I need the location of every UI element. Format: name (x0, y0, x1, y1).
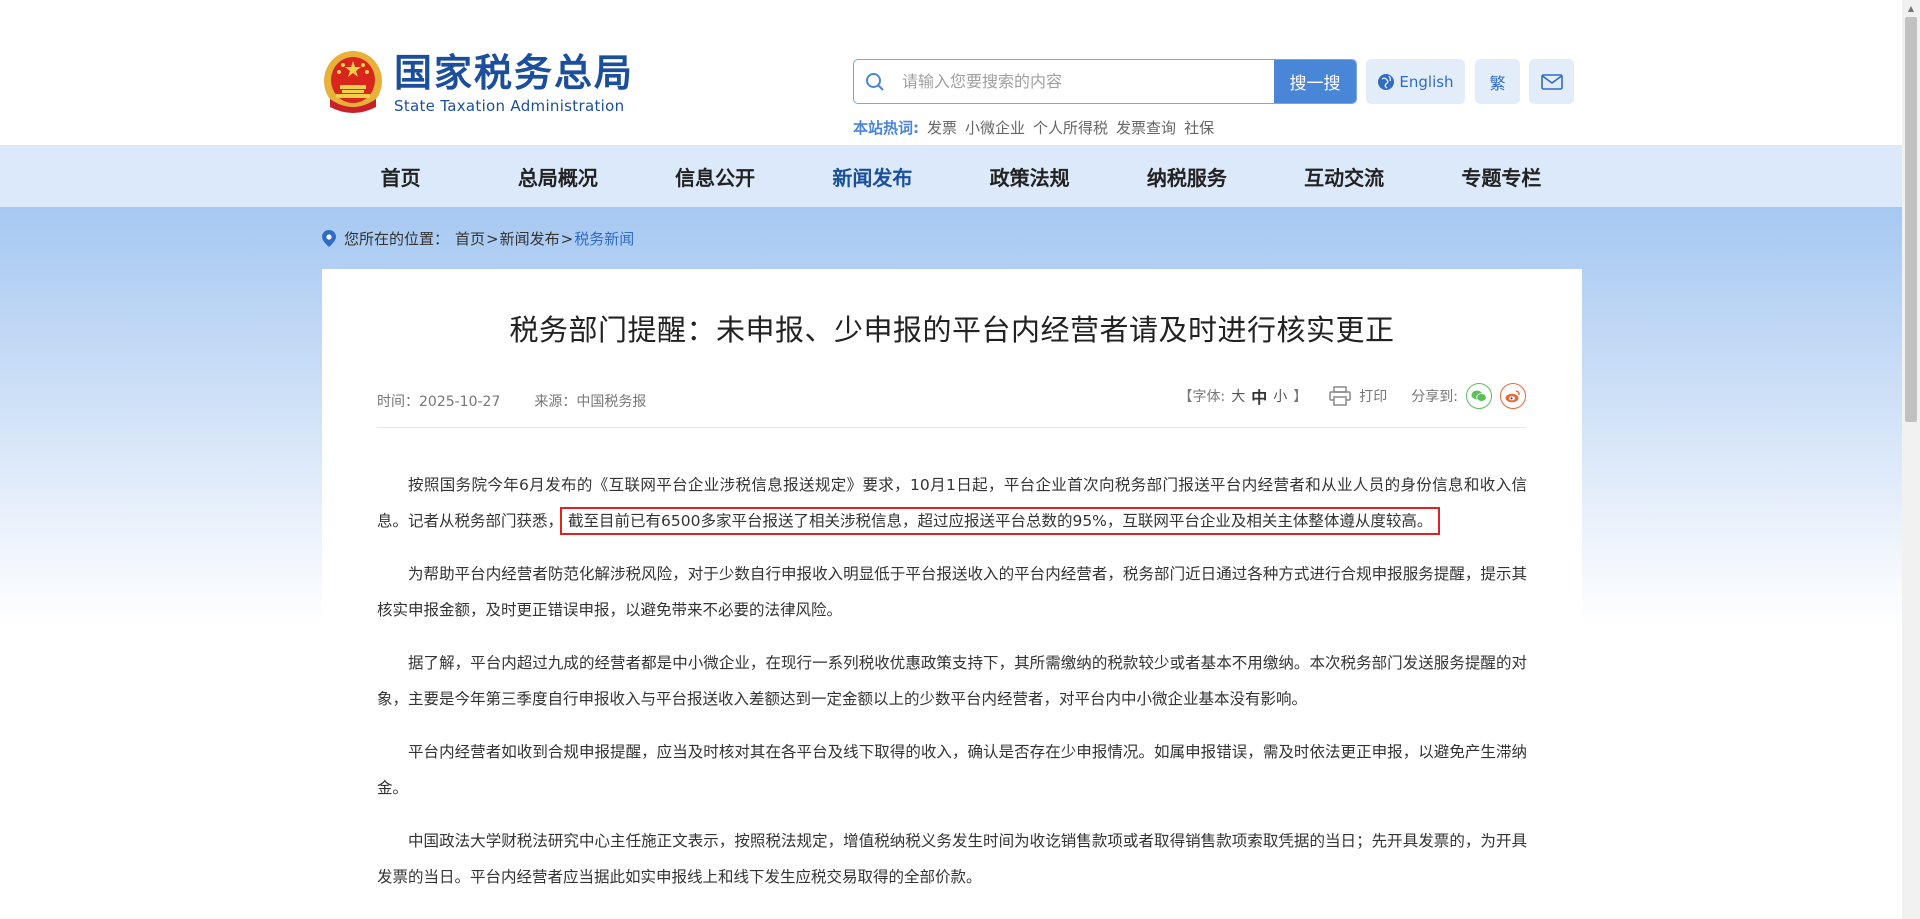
scroll-up-arrow-icon[interactable]: ▲ (1902, 0, 1920, 17)
globe-icon (1378, 73, 1395, 90)
mail-icon (1540, 73, 1563, 90)
print-label: 打印 (1359, 389, 1388, 405)
weibo-icon (1505, 390, 1520, 403)
hot-word-link[interactable]: 个人所得税 (1033, 117, 1108, 138)
article-paragraph: 为帮助平台内经营者防范化解涉税风险，对于少数自行申报收入明显低于平台报送收入的平… (377, 565, 1527, 619)
nav-item-info-disclosure[interactable]: 信息公开 (637, 145, 794, 207)
breadcrumb-current[interactable]: 税务新闻 (574, 228, 634, 249)
article-meta: 时间：2025-10-27 来源：中国税务报 (377, 391, 646, 411)
english-button[interactable]: English (1366, 59, 1465, 104)
font-label-open: 【字体: (1178, 389, 1226, 405)
search-box: 搜一搜 (853, 59, 1357, 104)
printer-icon (1329, 386, 1352, 406)
logo-title-en: State Taxation Administration (394, 97, 625, 115)
breadcrumb-home[interactable]: 首页 (455, 228, 485, 249)
article-title: 税务部门提醒：未申报、少申报的平台内经营者请及时进行核实更正 (509, 313, 1395, 347)
share-label: 分享到: (1411, 389, 1458, 405)
article-source: 来源：中国税务报 (534, 394, 647, 410)
article-paragraph: 据了解，平台内超过九成的经营者都是中小微企业，在现行一系列税收优惠政策支持下，其… (377, 654, 1527, 708)
article-tools: 【字体: 大 中 小 】 打印 分享到: (1179, 383, 1526, 409)
site-header: 国家税务总局 State Taxation Administration 搜一搜… (0, 0, 1902, 145)
nav-item-news[interactable]: 新闻发布 (794, 145, 951, 207)
search-input[interactable] (896, 60, 1274, 103)
share-group: 分享到: (1411, 383, 1526, 409)
search-button[interactable]: 搜一搜 (1274, 60, 1356, 103)
breadcrumb: 您所在的位置： 首页 > 新闻发布 > 税务新闻 (322, 228, 634, 249)
highlighted-sentence: 截至目前已有6500多家平台报送了相关涉税信息，超过应报送平台总数的95%，互联… (560, 507, 1441, 535)
font-size-medium[interactable]: 中 (1251, 384, 1267, 408)
hot-word-link[interactable]: 小微企业 (965, 117, 1025, 138)
nav-item-policy[interactable]: 政策法规 (951, 145, 1108, 207)
breadcrumb-news[interactable]: 新闻发布 (500, 228, 560, 249)
nav-item-home[interactable]: 首页 (322, 145, 479, 207)
logo-title-cn: 国家税务总局 (394, 50, 635, 95)
hot-word-link[interactable]: 发票查询 (1116, 117, 1176, 138)
site-logo[interactable]: 国家税务总局 State Taxation Administration (322, 49, 634, 117)
nav-item-tax-service[interactable]: 纳税服务 (1108, 145, 1265, 207)
mail-button[interactable] (1529, 59, 1574, 104)
search-icon (854, 60, 896, 103)
vertical-scrollbar[interactable]: ▲ (1902, 0, 1920, 919)
wechat-icon (1471, 390, 1487, 402)
breadcrumb-separator: > (560, 229, 574, 248)
article-paragraph: 平台内经营者如收到合规申报提醒，应当及时核对其在各平台及线下取得的收入，确认是否… (377, 743, 1527, 797)
print-button[interactable]: 打印 (1329, 386, 1387, 406)
font-size-large[interactable]: 大 (1231, 386, 1245, 406)
meta-divider (377, 427, 1526, 428)
article-time: 时间：2025-10-27 (377, 394, 501, 410)
article-paragraph: 按照国务院今年6月发布的《互联网平台企业涉税信息报送规定》要求，10月1日起，平… (377, 467, 1527, 539)
font-size-small[interactable]: 小 (1273, 386, 1287, 406)
font-label-close: 】 (1293, 389, 1308, 405)
nav-item-interaction[interactable]: 互动交流 (1266, 145, 1423, 207)
breadcrumb-label: 您所在的位置： (344, 230, 450, 248)
font-size-control: 【字体: 大 中 小 】 (1179, 384, 1308, 408)
article-body: 按照国务院今年6月发布的《互联网平台企业涉税信息报送规定》要求，10月1日起，平… (377, 467, 1527, 912)
hot-words-label: 本站热词: (853, 119, 919, 137)
hot-word-link[interactable]: 社保 (1184, 117, 1214, 138)
wechat-share-button[interactable] (1466, 383, 1492, 409)
weibo-share-button[interactable] (1500, 383, 1526, 409)
nav-item-overview[interactable]: 总局概况 (479, 145, 636, 207)
main-nav: 首页 总局概况 信息公开 新闻发布 政策法规 纳税服务 互动交流 专题专栏 (0, 145, 1902, 207)
hot-words: 本站热词: 发票 小微企业 个人所得税 发票查询 社保 (853, 117, 1214, 138)
national-emblem-icon (324, 51, 382, 113)
hot-word-link[interactable]: 发票 (927, 117, 957, 138)
article-card: 税务部门提醒：未申报、少申报的平台内经营者请及时进行核实更正 时间：2025-1… (322, 269, 1582, 919)
scrollbar-thumb[interactable] (1905, 17, 1917, 422)
breadcrumb-separator: > (486, 229, 499, 248)
traditional-chinese-button[interactable]: 繁 (1475, 59, 1520, 104)
english-label: English (1399, 72, 1454, 91)
location-pin-icon (322, 230, 336, 247)
nav-item-special-topics[interactable]: 专题专栏 (1423, 145, 1580, 207)
article-paragraph: 中国政法大学财税法研究中心主任施正文表示，按照税法规定，增值税纳税义务发生时间为… (377, 832, 1527, 886)
